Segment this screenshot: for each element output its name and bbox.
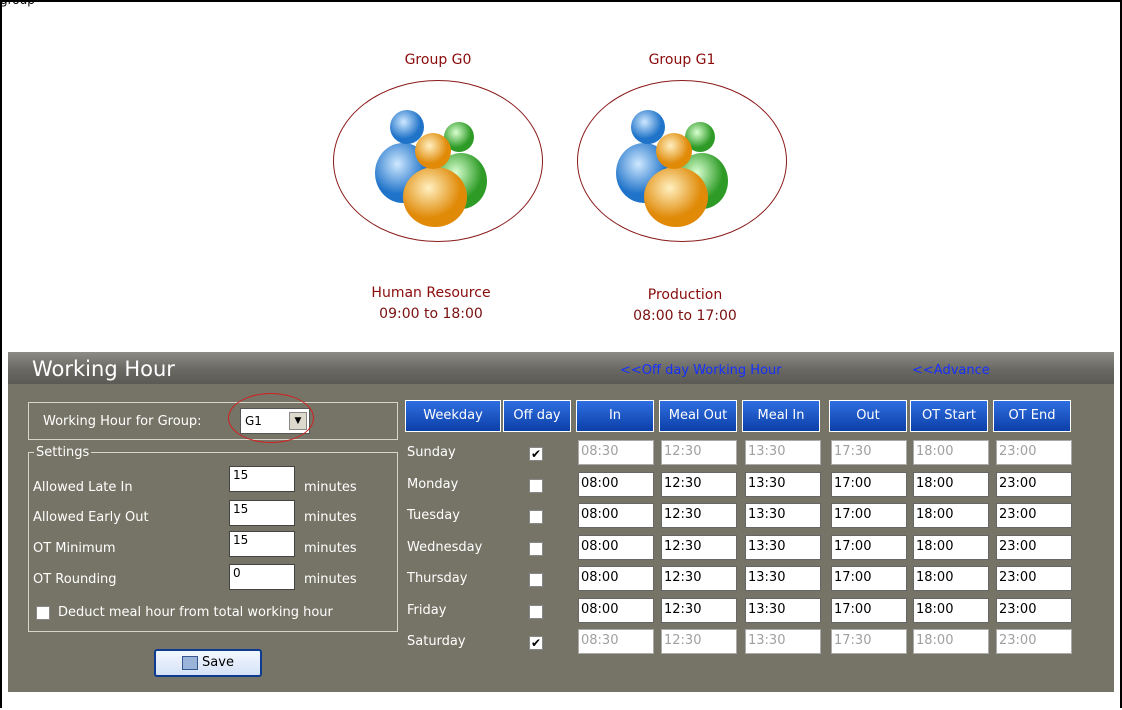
time-input[interactable]: 18:00 [913, 472, 989, 497]
ot-minimum-unit: minutes [304, 541, 357, 556]
time-input[interactable]: 18:00 [913, 535, 989, 560]
time-input[interactable]: 08:00 [578, 503, 654, 528]
group-g1-title: Group G1 [648, 52, 716, 68]
time-input[interactable]: 08:30 [578, 440, 654, 465]
header-ot-start: OT Start [910, 400, 988, 432]
offday-checkbox[interactable] [529, 510, 543, 524]
group-g0-people-icon [375, 110, 487, 227]
time-input[interactable]: 13:30 [745, 440, 821, 465]
time-input[interactable]: 17:00 [831, 503, 907, 528]
time-input[interactable]: 13:30 [745, 535, 821, 560]
highlight-circle [228, 393, 314, 443]
group-g1-people-icon [616, 110, 728, 227]
time-input[interactable]: 12:30 [661, 535, 737, 560]
time-input[interactable]: 18:00 [913, 503, 989, 528]
time-input[interactable]: 17:00 [831, 598, 907, 623]
header-ot-end: OT End [993, 400, 1071, 432]
offday-checkbox[interactable] [529, 542, 543, 556]
time-input[interactable]: 08:00 [578, 566, 654, 591]
group-g0-hours: 09:00 to 18:00 [379, 306, 483, 322]
group-label: Working Hour for Group: [43, 414, 202, 429]
ot-minimum-label: OT Minimum [33, 541, 116, 556]
time-input[interactable]: 12:30 [661, 472, 737, 497]
time-input[interactable]: 13:30 [745, 566, 821, 591]
time-input[interactable]: 17:00 [831, 472, 907, 497]
weekday-label: Monday [407, 477, 459, 492]
offday-checkbox[interactable] [529, 605, 543, 619]
time-input[interactable]: 17:00 [831, 566, 907, 591]
offday-checkbox[interactable]: ✔ [529, 636, 543, 650]
time-input[interactable]: 17:30 [831, 440, 907, 465]
time-input[interactable]: 18:00 [913, 566, 989, 591]
header-meal-out: Meal Out [659, 400, 737, 432]
time-input[interactable]: 23:00 [996, 598, 1072, 623]
offday-checkbox[interactable] [529, 479, 543, 493]
time-input[interactable]: 23:00 [996, 440, 1072, 465]
time-input[interactable]: 23:00 [996, 566, 1072, 591]
time-input[interactable]: 08:00 [578, 535, 654, 560]
weekday-label: Tuesday [407, 508, 460, 523]
save-icon [182, 655, 199, 670]
time-input[interactable]: 12:30 [661, 566, 737, 591]
top-fragment: group [0, 0, 35, 7]
time-input[interactable]: 08:30 [578, 629, 654, 654]
ot-minimum-input[interactable]: 15 [229, 531, 295, 557]
allowed-late-in-input[interactable]: 15 [229, 466, 295, 492]
weekday-label: Thursday [407, 571, 468, 586]
deduct-meal-checkbox[interactable] [36, 606, 50, 620]
time-input[interactable]: 12:30 [661, 440, 737, 465]
weekday-label: Friday [407, 603, 447, 618]
time-input[interactable]: 23:00 [996, 629, 1072, 654]
time-input[interactable]: 12:30 [661, 598, 737, 623]
time-input[interactable]: 13:30 [745, 629, 821, 654]
time-input[interactable]: 08:00 [578, 598, 654, 623]
time-input[interactable]: 12:30 [661, 503, 737, 528]
allowed-late-in-label: Allowed Late In [33, 480, 133, 495]
save-label: Save [202, 655, 234, 670]
allowed-late-in-unit: minutes [304, 480, 357, 495]
deduct-meal-label: Deduct meal hour from total working hour [58, 605, 333, 620]
time-input[interactable]: 23:00 [996, 503, 1072, 528]
time-input[interactable]: 18:00 [913, 440, 989, 465]
time-input[interactable]: 18:00 [913, 629, 989, 654]
time-input[interactable]: 13:30 [745, 598, 821, 623]
time-input[interactable]: 12:30 [661, 629, 737, 654]
offday-checkbox[interactable] [529, 573, 543, 587]
save-button[interactable]: Save [154, 649, 262, 677]
header-in: In [576, 400, 654, 432]
panel-titlebar: Working Hour <<Off day Working Hour <<Ad… [8, 352, 1114, 384]
header-offday: Off day [503, 400, 571, 432]
header-meal-in: Meal In [742, 400, 820, 432]
allowed-early-out-input[interactable]: 15 [229, 500, 295, 526]
time-input[interactable]: 17:00 [831, 535, 907, 560]
time-input[interactable]: 13:30 [745, 503, 821, 528]
advance-link[interactable]: <<Advance [912, 363, 990, 378]
time-input[interactable]: 23:00 [996, 472, 1072, 497]
group-g0-caption: Human Resource 09:00 to 18:00 [333, 283, 529, 325]
group-g0-title: Group G0 [404, 52, 472, 68]
allowed-early-out-unit: minutes [304, 510, 357, 525]
time-input[interactable]: 13:30 [745, 472, 821, 497]
header-out: Out [829, 400, 907, 432]
time-input[interactable]: 17:30 [831, 629, 907, 654]
offday-checkbox[interactable]: ✔ [529, 447, 543, 461]
ot-rounding-label: OT Rounding [33, 572, 117, 587]
header-weekday: Weekday [405, 400, 501, 432]
group-g0-department: Human Resource [371, 285, 491, 301]
time-input[interactable]: 23:00 [996, 535, 1072, 560]
offday-working-hour-link[interactable]: <<Off day Working Hour [620, 363, 782, 378]
ot-rounding-input[interactable]: 0 [229, 564, 295, 590]
group-g1-hours: 08:00 to 17:00 [633, 308, 737, 324]
weekday-label: Wednesday [407, 540, 483, 555]
settings-legend: Settings [34, 445, 92, 460]
panel-title: Working Hour [32, 357, 175, 381]
group-g1-caption: Production 08:00 to 17:00 [587, 285, 783, 327]
allowed-early-out-label: Allowed Early Out [33, 510, 149, 525]
time-input[interactable]: 08:00 [578, 472, 654, 497]
weekday-label: Saturday [407, 634, 466, 649]
group-g1-department: Production [647, 287, 723, 303]
time-input[interactable]: 18:00 [913, 598, 989, 623]
weekday-label: Sunday [407, 445, 456, 460]
ot-rounding-unit: minutes [304, 572, 357, 587]
